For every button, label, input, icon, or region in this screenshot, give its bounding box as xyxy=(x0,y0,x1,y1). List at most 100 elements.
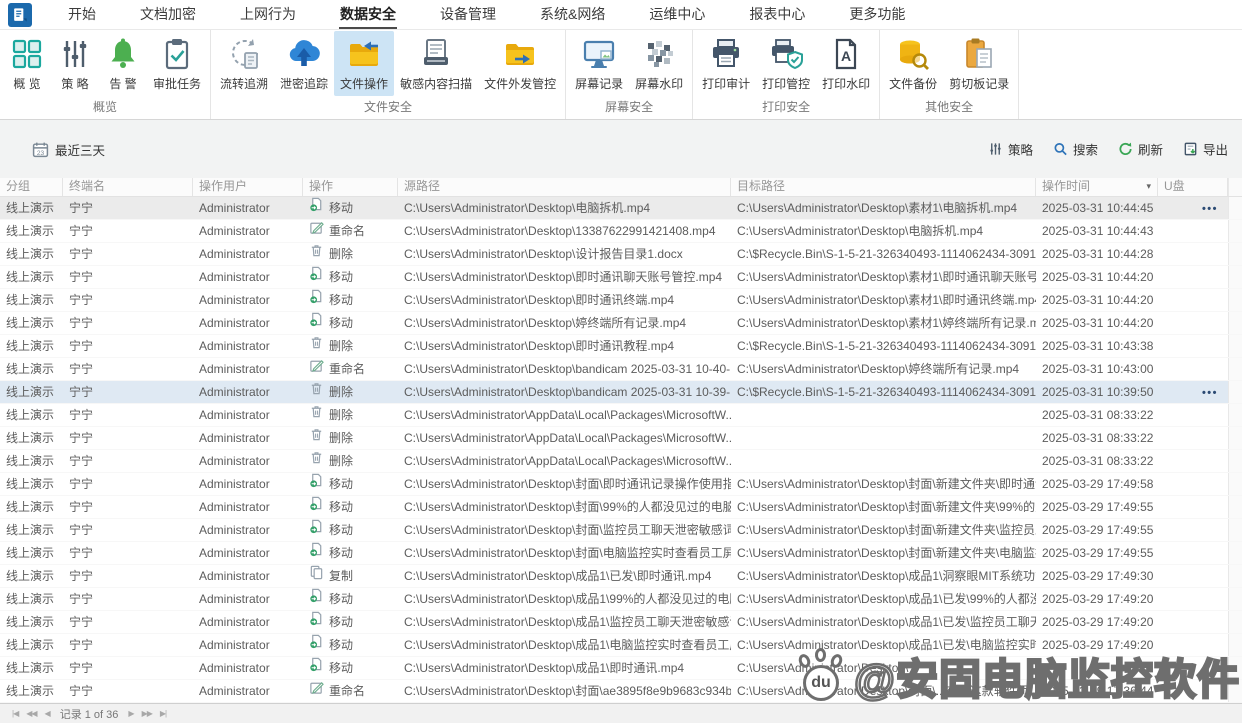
table-row[interactable]: 线上演示宁宁Administrator移动C:\Users\Administra… xyxy=(0,496,1242,519)
scrollbar-strip[interactable] xyxy=(1228,542,1242,564)
ribbon-item-file-outgoing-control[interactable]: 文件外发管控 xyxy=(478,31,562,96)
date-range-filter[interactable]: 23 最近三天 xyxy=(32,140,105,159)
ribbon-item-print-audit[interactable]: 打印审计 xyxy=(696,31,756,96)
table-row[interactable]: 线上演示宁宁Administrator移动C:\Users\Administra… xyxy=(0,266,1242,289)
table-row[interactable]: 线上演示宁宁Administrator复制C:\Users\Administra… xyxy=(0,565,1242,588)
table-row[interactable]: 线上演示宁宁Administrator移动C:\Users\Administra… xyxy=(0,312,1242,335)
scrollbar-strip[interactable] xyxy=(1228,178,1242,196)
table-row[interactable]: 线上演示宁宁Administrator删除C:\Users\Administra… xyxy=(0,335,1242,358)
app-logo-icon[interactable] xyxy=(8,3,32,27)
table-row[interactable]: 线上演示宁宁Administrator移动C:\Users\Administra… xyxy=(0,542,1242,565)
table-row[interactable]: 线上演示宁宁Administrator移动C:\Users\Administra… xyxy=(0,611,1242,634)
ribbon-item-file-backup[interactable]: 文件备份 xyxy=(883,31,943,96)
scrollbar-strip[interactable] xyxy=(1228,427,1242,449)
ribbon-item-print-control[interactable]: 打印管控 xyxy=(756,31,816,96)
menu-tab-1[interactable]: 开始 xyxy=(46,0,118,30)
pager-prev-button[interactable]: ◀ xyxy=(45,709,50,718)
table-row[interactable]: 线上演示宁宁Administrator删除C:\Users\Administra… xyxy=(0,243,1242,266)
table-row[interactable]: 线上演示宁宁Administrator重命名C:\Users\Administr… xyxy=(0,358,1242,381)
table-row[interactable]: 线上演示宁宁Administrator移动C:\Users\Administra… xyxy=(0,289,1242,312)
column-header-time[interactable]: 操作时间▾ xyxy=(1036,178,1158,196)
column-header-group[interactable]: 分组 xyxy=(0,178,63,196)
scrollbar-strip[interactable] xyxy=(1228,450,1242,472)
scrollbar-strip[interactable] xyxy=(1228,565,1242,587)
cell-operation: 移动 xyxy=(303,519,398,541)
menu-tab-3[interactable]: 上网行为 xyxy=(218,0,318,30)
scrollbar-strip[interactable] xyxy=(1228,335,1242,357)
pager-last-button[interactable]: ▶| xyxy=(160,709,166,718)
menu-tab-4[interactable]: 数据安全 xyxy=(318,0,418,30)
pager-next-button[interactable]: ▶ xyxy=(128,709,133,718)
ribbon-item-sensitive-content-scan[interactable]: 敏感内容扫描 xyxy=(394,31,478,96)
menu-tab-7[interactable]: 运维中心 xyxy=(627,0,727,30)
policy-button[interactable]: 策略 xyxy=(988,140,1033,159)
pager-first-button[interactable]: |◀ xyxy=(12,709,18,718)
op-delete-icon xyxy=(309,381,324,403)
scrollbar-strip[interactable] xyxy=(1228,358,1242,380)
scrollbar-strip[interactable] xyxy=(1228,519,1242,541)
menu-tab-9[interactable]: 更多功能 xyxy=(827,0,927,30)
ribbon-item-clipboard-record[interactable]: 剪切板记录 xyxy=(943,31,1015,96)
pager-prev-page-button[interactable]: ◀◀ xyxy=(26,709,36,718)
table-row[interactable]: 线上演示宁宁Administrator移动C:\Users\Administra… xyxy=(0,197,1242,220)
menu-tab-5[interactable]: 设备管理 xyxy=(418,0,518,30)
column-header-terminal[interactable]: 终端名 xyxy=(63,178,193,196)
row-actions-icon[interactable]: ••• xyxy=(1202,203,1224,215)
refresh-button[interactable]: 刷新 xyxy=(1118,140,1163,159)
column-header-dst[interactable]: 目标路径 xyxy=(731,178,1036,196)
table-row[interactable]: 线上演示宁宁Administrator删除C:\Users\Administra… xyxy=(0,381,1242,404)
table-row[interactable]: 线上演示宁宁Administrator删除C:\Users\Administra… xyxy=(0,404,1242,427)
scrollbar-strip[interactable] xyxy=(1228,473,1242,495)
menu-tab-6[interactable]: 系统&网络 xyxy=(518,0,627,30)
row-actions-icon[interactable]: ••• xyxy=(1202,387,1224,399)
scrollbar-strip[interactable] xyxy=(1228,312,1242,334)
table-row[interactable]: 线上演示宁宁Administrator删除C:\Users\Administra… xyxy=(0,427,1242,450)
ribbon-item-overview[interactable]: 概 览 xyxy=(3,31,51,96)
table-row[interactable]: 线上演示宁宁Administrator重命名C:\Users\Administr… xyxy=(0,220,1242,243)
ribbon-item-label: 剪切板记录 xyxy=(949,75,1009,92)
column-header-udisk[interactable]: U盘 xyxy=(1158,178,1228,196)
cell-dst: C:\Users\Administrator\Desktop\素材1\即时通讯聊… xyxy=(731,266,1036,288)
scrollbar-strip[interactable] xyxy=(1228,243,1242,265)
column-header-src[interactable]: 源路径 xyxy=(398,178,731,196)
column-header-user[interactable]: 操作用户 xyxy=(193,178,303,196)
scrollbar-strip[interactable] xyxy=(1228,220,1242,242)
export-button[interactable]: 导出 xyxy=(1183,140,1228,159)
table-row[interactable]: 线上演示宁宁Administrator移动C:\Users\Administra… xyxy=(0,473,1242,496)
scrollbar-strip[interactable] xyxy=(1228,404,1242,426)
cell-udisk xyxy=(1158,588,1228,610)
ribbon-item-print-watermark[interactable]: A打印水印 xyxy=(816,31,876,96)
scrollbar-strip[interactable] xyxy=(1228,611,1242,633)
scrollbar-strip[interactable] xyxy=(1228,197,1242,219)
ribbon-item-policy[interactable]: 策 略 xyxy=(51,31,99,96)
pager-next-page-button[interactable]: ▶▶ xyxy=(142,709,152,718)
ribbon-item-approval-tasks[interactable]: 审批任务 xyxy=(147,31,207,96)
table-row[interactable]: 线上演示宁宁Administrator删除C:\Users\Administra… xyxy=(0,450,1242,473)
operation-label: 删除 xyxy=(329,335,353,357)
cell-operation: 删除 xyxy=(303,427,398,449)
scrollbar-strip[interactable] xyxy=(1228,289,1242,311)
search-button[interactable]: 搜索 xyxy=(1053,140,1098,159)
ribbon-item-flow-trace[interactable]: 流转追溯 xyxy=(214,31,274,96)
scrollbar-strip[interactable] xyxy=(1228,266,1242,288)
cell-user: Administrator xyxy=(193,404,303,426)
cell-src: C:\Users\Administrator\Desktop\婷终端所有记录.m… xyxy=(398,312,731,334)
menu-tab-2[interactable]: 文档加密 xyxy=(118,0,218,30)
ribbon-item-leak-track[interactable]: 泄密追踪 xyxy=(274,31,334,96)
scrollbar-strip[interactable] xyxy=(1228,588,1242,610)
column-header-op[interactable]: 操作 xyxy=(303,178,398,196)
ribbon-item-screen-record[interactable]: 屏幕记录 xyxy=(569,31,629,96)
table-row[interactable]: 线上演示宁宁Administrator移动C:\Users\Administra… xyxy=(0,588,1242,611)
cell-dst: C:\Users\Administrator\Desktop\素材1\电脑拆机.… xyxy=(731,197,1036,219)
menu-tab-8[interactable]: 报表中心 xyxy=(727,0,827,30)
cell-terminal: 宁宁 xyxy=(63,634,193,656)
ribbon-item-screen-watermark[interactable]: 屏幕水印 xyxy=(629,31,689,96)
table-row[interactable]: 线上演示宁宁Administrator移动C:\Users\Administra… xyxy=(0,519,1242,542)
ribbon-item-alert[interactable]: 告 警 xyxy=(99,31,147,96)
svg-text:A: A xyxy=(841,48,851,64)
cell-dst: C:\$Recycle.Bin\S-1-5-21-326340493-11140… xyxy=(731,335,1036,357)
ribbon-item-file-operations[interactable]: 文件操作 xyxy=(334,31,394,96)
scrollbar-strip[interactable] xyxy=(1228,496,1242,518)
column-filter-arrow-icon[interactable]: ▾ xyxy=(1146,178,1151,195)
scrollbar-strip[interactable] xyxy=(1228,381,1242,403)
